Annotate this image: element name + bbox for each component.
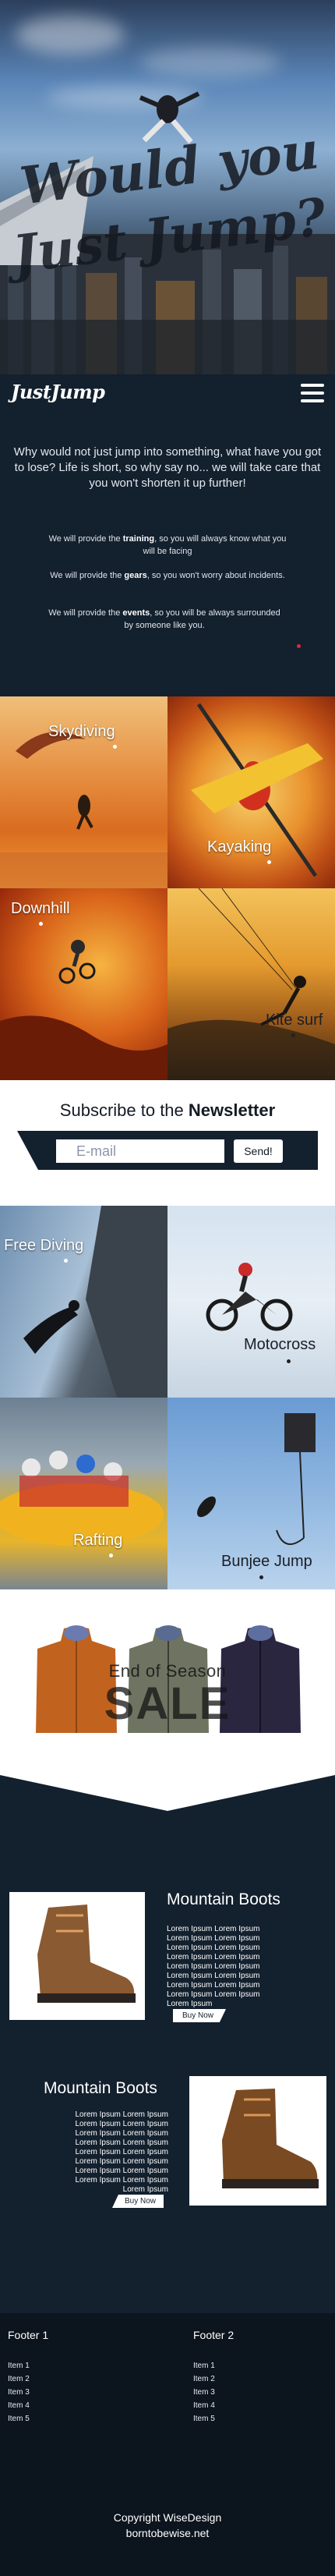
cloud [140,47,280,78]
tile-label: Skydiving [48,723,115,740]
footer-title: Footer 2 [193,2329,235,2341]
tile-bunjee-jump[interactable]: Bunjee Jump [168,1398,335,1589]
text-bold: gears [124,571,147,580]
tile-label: Bunjee Jump [221,1553,312,1570]
sale-banner[interactable]: End of Season SALE [0,1589,335,1828]
footer-column-2: Footer 2 Item 1 Item 2 Item 3 Item 4 Ite… [193,2329,234,2428]
products-section: Mountain Boots Lorem Ipsum Lorem Ipsum L… [0,1828,335,2313]
text: We will provide the [48,608,123,618]
page: Would you Just Jump? JustJump Why would … [0,0,335,2576]
dot-marker [287,1359,291,1363]
kite-surf-scene [168,888,335,1080]
product-title: Mountain Boots [167,1890,280,1908]
dot-marker [39,922,43,926]
kayaking-scene [191,703,323,877]
dot-marker [64,1259,68,1263]
intro-lead: Why would not just jump into something, … [13,445,322,490]
buy-now-button[interactable]: Buy Now [173,2009,227,2022]
dot-marker [109,1554,113,1557]
footer-title: Footer 1 [8,2329,49,2341]
copyright: Copyright WiseDesign borntobewise.net [0,2510,335,2541]
tile-kayaking[interactable]: Kayaking [168,696,335,888]
footer: Footer 1 Item 1 Item 2 Item 3 Item 4 Ite… [0,2313,335,2576]
tile-label: Downhill [11,900,70,917]
footer-link[interactable]: Item 4 [8,2401,48,2410]
footer-link[interactable]: Item 3 [8,2388,48,2397]
sale-text: End of Season SALE [78,1661,257,1727]
tile-rafting[interactable]: Rafting [0,1398,168,1589]
tile-label: Rafting [73,1532,123,1549]
logo[interactable]: JustJump [11,381,105,403]
product-description: Lorem Ipsum Lorem Ipsum Lorem Ipsum Lore… [75,2110,169,2194]
intro-gears: We will provide the gears, so you won't … [47,569,288,582]
text: Subscribe to the [59,1100,189,1120]
footer-link[interactable]: Item 1 [193,2362,234,2370]
tile-free-diving[interactable]: Free Diving [0,1206,168,1398]
text: , so you will always know what you will … [143,534,287,556]
text-bold: events [122,608,150,618]
navbar: JustJump [0,374,335,410]
intro-events: We will provide the events, so you will … [44,607,285,632]
chevron-divider [0,1775,335,1828]
footer-link[interactable]: Item 1 [8,2362,48,2370]
email-input[interactable] [56,1139,224,1163]
tile-label: Motocross [244,1336,316,1353]
footer-link[interactable]: Item 2 [193,2375,234,2383]
text: We will provide the [50,571,125,580]
product-description: Lorem Ipsum Lorem Ipsum Lorem Ipsum Lore… [167,1925,260,2008]
buy-now-button[interactable]: Buy Now [112,2195,164,2208]
product-image[interactable] [9,1892,145,2020]
boot-image [37,1905,136,2003]
send-button[interactable]: Send! [234,1139,283,1163]
newsletter-title: Subscribe to the Newsletter [0,1100,335,1121]
boot-image [222,2089,319,2188]
accent-dot [297,644,301,648]
text-bold: Newsletter [188,1100,276,1120]
footer-column-1: Footer 1 Item 1 Item 2 Item 3 Item 4 Ite… [8,2329,48,2428]
rafting-scene [0,1451,164,1546]
intro-section: Why would not just jump into something, … [0,410,335,696]
tile-label: Kite surf [266,1012,323,1029]
footer-link[interactable]: Item 4 [193,2401,234,2410]
footer-link[interactable]: Item 2 [8,2375,48,2383]
text: We will provide the [48,534,123,544]
tile-label: Free Diving [4,1237,84,1254]
newsletter-section: Subscribe to the Newsletter Send! [0,1080,335,1206]
site-link[interactable]: borntobewise.net [0,2525,335,2541]
sale-line2: SALE [104,1678,231,1729]
free-diving-scene [23,1206,168,1398]
cloud [16,16,125,55]
footer-link[interactable]: Item 5 [8,2415,48,2423]
dot-marker [291,1033,295,1037]
hero-banner: Would you Just Jump? [0,0,335,374]
footer-link[interactable]: Item 5 [193,2415,234,2423]
tile-downhill[interactable]: Downhill [0,888,168,1080]
product-image[interactable] [189,2076,326,2206]
product-title: Mountain Boots [44,2079,157,2097]
tile-label: Kayaking [207,838,272,856]
hamburger-icon[interactable] [301,384,324,402]
tile-skydiving[interactable]: Skydiving [0,696,168,888]
footer-link[interactable]: Item 3 [193,2388,234,2397]
tile-motocross[interactable]: Motocross [168,1206,335,1398]
motocross-scene [206,1263,293,1331]
activities-grid-1: Skydiving Kayaking Downhill Kite surf [0,696,335,1080]
text: , so you won't worry about incidents. [146,571,285,580]
intro-training: We will provide the training, so you wil… [47,533,288,558]
dot-marker [267,860,271,864]
copyright-text: Copyright WiseDesign [113,2511,222,2524]
dot-marker [113,745,117,749]
activities-grid-2: Free Diving Motocross Rafting Bunjee Jum… [0,1206,335,1589]
dot-marker [259,1575,263,1579]
tile-kite-surf[interactable]: Kite surf [168,888,335,1080]
text-bold: training [122,534,155,544]
